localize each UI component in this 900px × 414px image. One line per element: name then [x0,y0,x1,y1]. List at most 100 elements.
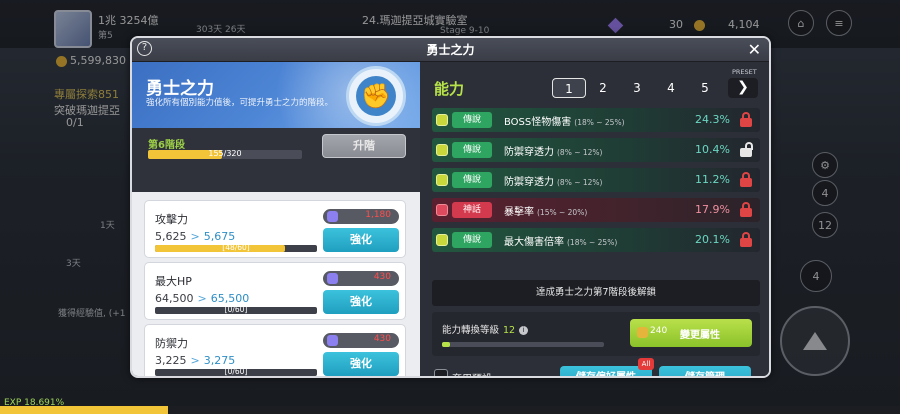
exp-bar [0,406,900,414]
locked-slot-notice: 達成勇士之力第7階段後解鎖 [432,280,760,306]
ability-toggle[interactable] [436,144,448,156]
stat-card-defense: 防禦力 3,225 >3,275 [0/60] 430 強化 [144,324,406,376]
unlock-icon[interactable] [740,142,753,158]
ability-value: 17.9% [695,203,730,216]
grade-badge: 傳說 [452,112,492,128]
stat-name: 防禦力 [155,337,188,350]
upgrade-button[interactable]: 升階 [322,134,406,158]
stat-card-max-hp: 最大HP 64,500 >65,500 [0/60] 430 強化 [144,262,406,320]
ability-value: 11.2% [695,173,730,186]
ability-range: (18% ~ 25%) [567,238,618,247]
change-cost: 240 [650,326,668,336]
change-attribute-button[interactable]: 240 變更屬性 [630,319,752,347]
ability-row: 傳說 防禦穿透力 (8% ~ 12%) 10.4% [432,138,760,162]
stat-values: 3,225 >3,275 [155,354,236,367]
ability-range: (18% ~ 25%) [574,118,625,127]
stage-progress-text: 155/320 [208,149,242,158]
banner: 勇士之力 強化所有個別能力值後，可提升勇士之力的階段。 ✊ [132,62,420,128]
preset-tab-5[interactable]: 5 [688,78,722,98]
preset-tab-1[interactable]: 1 [552,78,586,98]
arrow-right-icon: > [190,230,200,243]
enhance-cost: 430 [323,271,399,286]
grade-badge: 傳說 [452,142,492,158]
ability-value: 10.4% [695,143,730,156]
warrior-power-dialog: ? 勇士之力 ✕ 勇士之力 強化所有個別能力值後，可提升勇士之力的階段。 ✊ 第… [130,36,771,378]
ability-range: (8% ~ 12%) [557,178,603,187]
ability-value: 20.1% [695,233,730,246]
ability-name: 防禦穿透力 (8% ~ 12%) [504,177,603,188]
lock-icon[interactable] [740,172,752,188]
enhance-cost: 430 [323,333,399,348]
gem-icon [327,211,338,222]
stat-progress-bar: [0/60] [155,305,317,314]
dialog-header: ? 勇士之力 ✕ [132,38,769,62]
arrow-right-icon: > [197,292,207,305]
ability-toggle[interactable] [436,174,448,186]
enhance-defense-button[interactable]: 強化 [323,352,399,376]
gem-icon [327,273,338,284]
ability-row: 傳說 最大傷害倍率 (18% ~ 25%) 20.1% [432,228,760,252]
grade-badge: 神話 [452,202,492,218]
stat-values: 64,500 >65,500 [155,292,250,305]
preset-next-icon[interactable]: ❯ [728,78,758,98]
ability-name: BOSS怪物傷害 (18% ~ 25%) [504,117,625,128]
stat-progress-bar: [48/60] [155,243,317,252]
grade-badge: 傳說 [452,172,492,188]
ability-toggle[interactable] [436,204,448,216]
change-attribute-label: 變更屬性 [680,330,720,341]
lock-icon[interactable] [740,202,752,218]
grade-badge: 傳說 [452,232,492,248]
banner-subtitle: 強化所有個別能力值後，可提升勇士之力的階段。 [146,98,334,108]
stat-values: 5,625 >5,675 [155,230,236,243]
info-icon[interactable]: i [519,326,529,335]
ability-name: 最大傷害倍率 (18% ~ 25%) [504,237,618,248]
stage-progress-bar: 155/320 [148,149,302,159]
preset-label: PRESET [732,68,757,76]
use-preset-checkbox[interactable] [434,369,448,376]
stat-progress-text: [0/60] [224,305,248,314]
right-panel: 能力 PRESET 1 2 3 4 5 ❯ 傳說 BOSS怪物傷害 (18% ~ … [420,62,769,376]
lock-icon[interactable] [740,232,752,248]
stage-section: 第6階段 155/320 升階 [132,128,420,192]
exp-percent: EXP 18.691% [4,398,65,408]
ability-range: (15% ~ 20%) [537,208,588,217]
enhance-cost: 1,180 [323,209,399,224]
convert-level-label: 能力轉換等級 12 i [442,322,529,336]
ability-row: 傳說 防禦穿透力 (8% ~ 12%) 11.2% [432,168,760,192]
stat-progress-text: [48/60] [222,243,250,252]
convert-level-value: 12 [503,325,516,336]
left-panel: 勇士之力 強化所有個別能力值後，可提升勇士之力的階段。 ✊ 第6階段 155/3… [132,62,420,376]
preset-tabs: 1 2 3 4 5 [552,78,722,98]
stat-card-attack: 攻擊力 5,625 >5,675 [48/60] 1,180 強化 [144,200,406,258]
stat-progress-text: [0/60] [224,367,248,376]
ability-convert-section: 能力轉換等級 12 i 240 變更屬性 [432,312,760,356]
ability-row: 傳說 BOSS怪物傷害 (18% ~ 25%) 24.3% [432,108,760,132]
preset-tab-2[interactable]: 2 [586,78,620,98]
save-management-button[interactable]: 儲存管理 [659,366,751,376]
preset-tab-4[interactable]: 4 [654,78,688,98]
ability-row: 神話 暴擊率 (15% ~ 20%) 17.9% [432,198,760,222]
ability-title: 能力 [434,80,465,98]
ability-toggle[interactable] [436,234,448,246]
convert-progress-fill [442,342,451,347]
preset-tab-3[interactable]: 3 [620,78,654,98]
ability-name: 暴擊率 (15% ~ 20%) [504,207,588,218]
close-icon[interactable]: ✕ [748,40,761,60]
coin-icon [637,327,648,338]
bottom-actions: 套用預設 儲存偏好屬性 All 儲存管理 [432,358,760,376]
enhance-max-hp-button[interactable]: 強化 [323,290,399,314]
ability-toggle[interactable] [436,114,448,126]
stat-progress-bar: [0/60] [155,367,317,376]
dialog-title: 勇士之力 [426,43,475,57]
lock-icon[interactable] [740,112,752,128]
convert-progress-bar [442,342,604,347]
arrow-right-icon: > [190,354,200,367]
stat-name: 最大HP [155,275,192,288]
ability-name: 防禦穿透力 (8% ~ 12%) [504,147,603,158]
ability-range: (8% ~ 12%) [557,148,603,157]
all-badge: All [638,358,654,370]
enhance-attack-button[interactable]: 強化 [323,228,399,252]
gem-icon [327,335,338,346]
use-preset-label: 套用預設 [452,370,492,376]
fist-emblem-icon: ✊ [346,66,406,126]
